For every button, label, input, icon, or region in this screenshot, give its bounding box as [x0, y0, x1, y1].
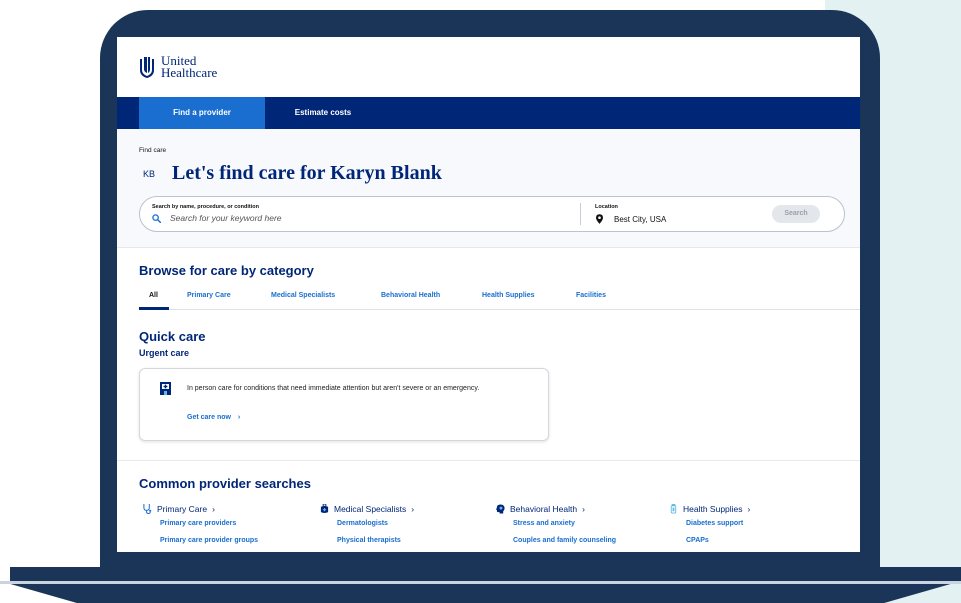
section-divider — [117, 460, 860, 461]
unitedhealthcare-logo-icon — [140, 57, 154, 78]
stethoscope-icon — [143, 504, 152, 514]
tab-primary-care[interactable]: Primary Care — [187, 292, 231, 299]
link-dermatologists[interactable]: Dermatologists — [337, 520, 388, 527]
chevron-right-icon: › — [212, 504, 215, 514]
app-screen: United Healthcare Find a provider Estima… — [117, 37, 860, 552]
urgent-care-description: In person care for conditions that need … — [187, 385, 480, 392]
link-cpaps[interactable]: CPAPs — [686, 537, 709, 544]
browse-section-title: Browse for care by category — [139, 263, 314, 278]
health-supplies-column: Health Supplies › Diabetes support CPAPs — [669, 504, 750, 544]
link-primary-care-providers[interactable]: Primary care providers — [160, 520, 236, 527]
behavioral-health-heading-label: Behavioral Health — [510, 504, 578, 514]
member-initials: KB — [143, 169, 156, 179]
category-tabs: All Primary Care Medical Specialists Beh… — [139, 290, 860, 310]
link-couples-and-family-counseling[interactable]: Couples and family counseling — [513, 537, 616, 544]
search-button[interactable]: Search — [772, 205, 820, 223]
get-care-now-link[interactable]: Get care now › — [187, 414, 240, 421]
chevron-right-icon: › — [411, 504, 415, 514]
urgent-care-card: In person care for conditions that need … — [139, 368, 549, 441]
tab-facilities[interactable]: Facilities — [576, 292, 606, 299]
get-care-now-label: Get care now — [187, 414, 231, 421]
brand-logo[interactable]: United Healthcare — [139, 54, 218, 80]
brand-wordmark: United Healthcare — [161, 54, 218, 80]
primary-care-heading-label: Primary Care — [157, 504, 208, 514]
page-title: Let's find care for Karyn Blank — [172, 162, 442, 184]
behavioral-health-heading-link[interactable]: Behavioral Health › — [496, 504, 585, 514]
tab-all[interactable]: All — [149, 292, 158, 299]
medical-specialists-heading-label: Medical Specialists — [334, 504, 407, 514]
link-diabetes-support[interactable]: Diabetes support — [686, 520, 743, 527]
medical-bag-icon — [320, 504, 329, 514]
chevron-right-icon: › — [237, 414, 241, 421]
tab-behavioral-health[interactable]: Behavioral Health — [381, 292, 440, 299]
breadcrumb[interactable]: Find care — [139, 147, 166, 154]
quick-care-title: Quick care — [139, 329, 206, 344]
tab-estimate-costs[interactable]: Estimate costs — [277, 97, 369, 129]
hospital-icon — [160, 382, 171, 395]
common-searches-title: Common provider searches — [139, 476, 311, 491]
primary-care-heading-link[interactable]: Primary Care › — [143, 504, 215, 514]
behavioral-health-column: Behavioral Health › Stress and anxiety C… — [496, 504, 616, 544]
brand-line-2: Healthcare — [161, 65, 218, 80]
active-tab-indicator — [139, 307, 169, 310]
link-primary-care-provider-groups[interactable]: Primary care provider groups — [160, 537, 258, 544]
link-stress-and-anxiety[interactable]: Stress and anxiety — [513, 520, 575, 527]
head-icon — [496, 504, 505, 514]
top-navigation: Find a provider Estimate costs — [117, 97, 860, 129]
medical-supply-icon — [670, 504, 677, 514]
health-supplies-heading-label: Health Supplies — [683, 504, 743, 514]
find-care-hero: Find care KB Let's find care for Karyn B… — [117, 129, 860, 247]
location-label: Location — [595, 204, 618, 210]
location-field[interactable]: Best City, USA — [614, 215, 666, 224]
medical-specialists-heading-link[interactable]: Medical Specialists › — [320, 504, 414, 514]
search-input[interactable] — [170, 213, 550, 223]
tab-health-supplies[interactable]: Health Supplies — [482, 292, 535, 299]
chevron-right-icon: › — [582, 504, 585, 514]
search-icon — [152, 214, 161, 223]
link-physical-therapists[interactable]: Physical therapists — [337, 537, 401, 544]
search-divider — [580, 203, 581, 225]
tab-find-a-provider[interactable]: Find a provider — [139, 97, 265, 129]
chevron-right-icon: › — [747, 504, 751, 514]
medical-specialists-column: Medical Specialists › Dermatologists Phy… — [320, 504, 414, 544]
urgent-care-subtitle: Urgent care — [139, 348, 190, 358]
tab-medical-specialists[interactable]: Medical Specialists — [271, 292, 335, 299]
laptop-base — [10, 567, 961, 581]
location-pin-icon — [596, 214, 603, 224]
laptop-lip-highlight — [0, 581, 961, 584]
health-supplies-heading-link[interactable]: Health Supplies › — [669, 504, 750, 514]
laptop-lip — [0, 581, 961, 603]
provider-search-bar: Search by name, procedure, or condition … — [139, 196, 845, 232]
search-field-label: Search by name, procedure, or condition — [152, 204, 259, 210]
section-divider — [117, 247, 860, 248]
primary-care-column: Primary Care › Primary care providers Pr… — [143, 504, 258, 544]
